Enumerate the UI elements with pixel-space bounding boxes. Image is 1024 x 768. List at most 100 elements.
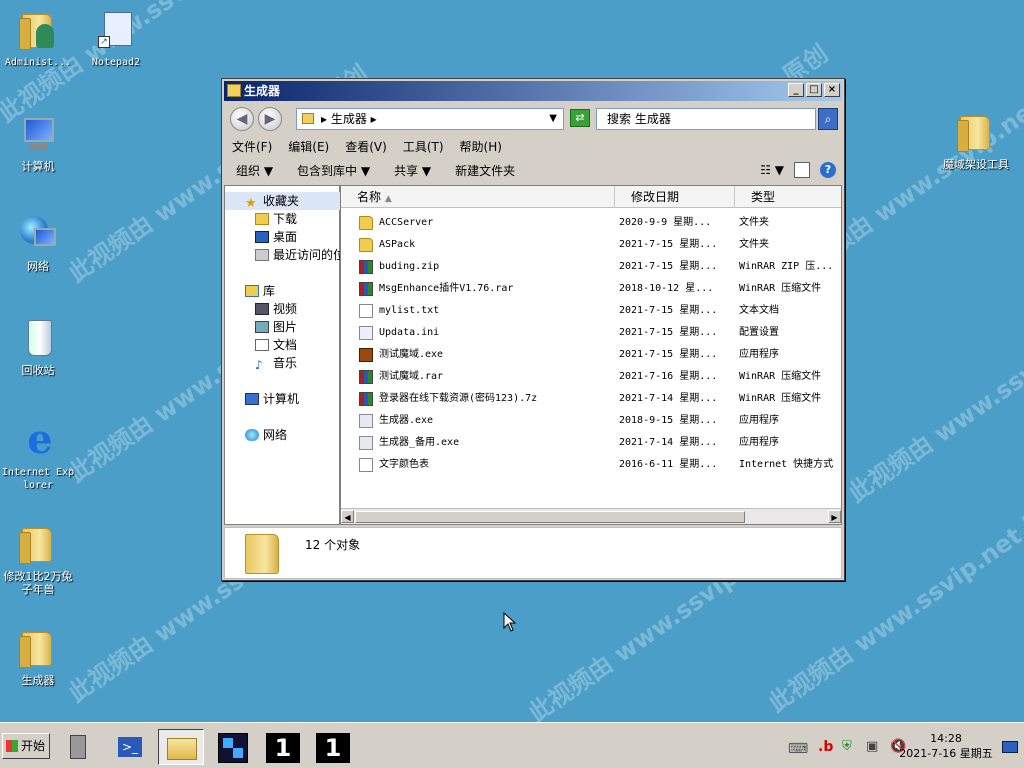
nav-documents[interactable]: 文档: [225, 336, 341, 354]
nav-network[interactable]: 网络: [225, 426, 341, 444]
refresh-icon[interactable]: ⇄: [570, 109, 590, 127]
share-button[interactable]: 共享 ▼: [382, 159, 443, 183]
app-task-button[interactable]: [210, 729, 256, 765]
new-folder-button[interactable]: 新建文件夹: [443, 159, 527, 183]
file-row[interactable]: Updata.ini 2021-7-15 星期... 配置设置: [341, 322, 841, 344]
nav-pictures[interactable]: 图片: [225, 318, 341, 336]
search-input[interactable]: 搜索 生成器: [596, 108, 816, 130]
menu-help[interactable]: 帮助(H): [452, 137, 510, 157]
explorer-task-button[interactable]: [158, 729, 204, 765]
chevron-down-icon[interactable]: ▼: [549, 109, 557, 129]
help-icon[interactable]: ?: [820, 162, 836, 178]
clock-date: 2021-7-16 星期五: [899, 747, 993, 760]
forward-button[interactable]: ▶: [258, 107, 282, 131]
address-bar[interactable]: ▸ 生成器 ▸ ▼: [296, 108, 564, 130]
network-status-icon[interactable]: ▣: [866, 739, 878, 754]
minimize-button[interactable]: _: [788, 83, 804, 97]
console-task-button[interactable]: 1: [260, 729, 306, 765]
menu-view[interactable]: 查看(V): [337, 137, 395, 157]
folder-icon: [16, 626, 60, 670]
desktop-icon-folder-modify[interactable]: 修改1比2万兔子年兽: [0, 522, 76, 596]
file-row[interactable]: mylist.txt 2021-7-15 星期... 文本文档: [341, 300, 841, 322]
nav-computer[interactable]: 计算机: [225, 390, 341, 408]
txt-file-icon: [359, 304, 373, 318]
desktop-icon-label: 计算机: [21, 160, 55, 173]
file-name: 生成器_备用.exe: [379, 437, 460, 448]
lnk-file-icon: [359, 458, 373, 472]
start-button[interactable]: 开始: [2, 733, 50, 759]
nav-favorites[interactable]: ★ 收藏夹: [225, 192, 341, 210]
column-name[interactable]: 名称 ▲: [341, 186, 615, 208]
desktop-icon-network[interactable]: 网络: [0, 212, 76, 273]
desktop-icon: [255, 231, 269, 243]
explorer-window[interactable]: 生成器 _ □ × ◀ ▶ ▸ 生成器 ▸ ▼ ⇄ 搜索 生成器 ⌕ 文件(F)…: [221, 78, 845, 581]
nav-libraries[interactable]: 库: [225, 282, 341, 300]
column-type[interactable]: 类型: [735, 186, 843, 208]
horizontal-scrollbar[interactable]: ◀ ▶: [341, 508, 841, 524]
file-type: WinRAR 压缩文件: [739, 371, 822, 382]
menu-edit[interactable]: 编辑(E): [280, 137, 337, 157]
nav-videos[interactable]: 视频: [225, 300, 341, 318]
server-manager-icon[interactable]: [60, 729, 100, 765]
file-row[interactable]: ACCServer 2020-9-9 星期... 文件夹: [341, 212, 841, 234]
menu-bar: 文件(F) 编辑(E) 查看(V) 工具(T) 帮助(H): [224, 137, 842, 157]
file-type: 应用程序: [739, 349, 779, 360]
security-shield-icon[interactable]: ⛨: [842, 739, 852, 754]
file-row[interactable]: ASPack 2021-7-15 星期... 文件夹: [341, 234, 841, 256]
desktop-icon-label: Administ...: [4, 57, 72, 68]
file-row[interactable]: 生成器_备用.exe 2021-7-14 星期... 应用程序: [341, 432, 841, 454]
nav-music[interactable]: ♪ 音乐: [225, 354, 341, 372]
zip-file-icon: [359, 392, 373, 406]
desktop-icon-folder-generator[interactable]: 生成器: [0, 626, 76, 687]
file-row[interactable]: buding.zip 2021-7-15 星期... WinRAR ZIP 压...: [341, 256, 841, 278]
exe-file-icon: [359, 348, 373, 362]
preview-pane-icon[interactable]: [794, 162, 810, 178]
file-name: 生成器.exe: [379, 415, 434, 426]
powershell-icon[interactable]: >_: [110, 729, 150, 765]
back-button[interactable]: ◀: [230, 107, 254, 131]
file-row[interactable]: MsgEnhance插件V1.76.rar 2018-10-12 星... WinR…: [341, 278, 841, 300]
nav-recent[interactable]: 最近访问的位置: [225, 246, 341, 264]
file-row[interactable]: 生成器.exe 2018-9-15 星期... 应用程序: [341, 410, 841, 432]
close-button[interactable]: ×: [824, 83, 840, 97]
console-task-button[interactable]: 1: [310, 729, 356, 765]
clock[interactable]: 14:28 2021-7-16 星期五: [898, 731, 994, 761]
organize-button[interactable]: 组织 ▼: [224, 159, 285, 183]
desktop-icon-notepad2[interactable]: ↗ Notepad2: [78, 8, 154, 69]
nav-downloads[interactable]: 下载: [225, 210, 341, 228]
internet-explorer-icon: e: [27, 416, 53, 463]
scroll-left-icon[interactable]: ◀: [341, 510, 354, 523]
scroll-right-icon[interactable]: ▶: [828, 510, 841, 523]
network-icon: [16, 212, 60, 256]
menu-file[interactable]: 文件(F): [224, 137, 280, 157]
file-date: 2016-6-11 星期...: [619, 459, 718, 470]
show-desktop-icon[interactable]: [1002, 741, 1018, 753]
file-type: WinRAR 压缩文件: [739, 393, 822, 404]
address-bar-row: ◀ ▶ ▸ 生成器 ▸ ▼ ⇄ 搜索 生成器 ⌕: [224, 103, 842, 135]
b-app-icon[interactable]: .b: [818, 739, 833, 755]
menu-tools[interactable]: 工具(T): [395, 137, 452, 157]
desktop-icon-recycle-bin[interactable]: 回收站: [0, 316, 76, 377]
maximize-button[interactable]: □: [806, 83, 822, 97]
file-type: 应用程序: [739, 437, 779, 448]
view-options-icon[interactable]: ☷ ▼: [760, 163, 784, 177]
keyboard-icon[interactable]: ⌨: [788, 741, 808, 757]
desktop-icon-computer[interactable]: 计算机: [0, 112, 76, 173]
file-date: 2018-9-15 星期...: [619, 415, 718, 426]
search-icon[interactable]: ⌕: [818, 108, 838, 130]
file-row[interactable]: 测试魔域.rar 2021-7-16 星期... WinRAR 压缩文件: [341, 366, 841, 388]
file-row[interactable]: 登录器在线下载资源(密码123).7z 2021-7-14 星期... WinRAR…: [341, 388, 841, 410]
file-name: buding.zip: [379, 261, 440, 272]
nav-desktop[interactable]: 桌面: [225, 228, 341, 246]
include-in-library-button[interactable]: 包含到库中 ▼: [285, 159, 382, 183]
title-bar[interactable]: 生成器 _ □ ×: [224, 81, 842, 101]
file-row[interactable]: 测试魔域.exe 2021-7-15 星期... 应用程序: [341, 344, 841, 366]
file-row[interactable]: 文字颜色表 2016-6-11 星期... Internet 快捷方式: [341, 454, 841, 476]
desktop-icon-administrator[interactable]: Administ...: [0, 8, 76, 69]
file-list[interactable]: 名称 ▲ 修改日期 类型 ACCServer 2020-9-9 星期... 文件夹 A…: [340, 185, 842, 525]
desktop-icon-folder-tools[interactable]: 魔域架设工具: [934, 110, 1018, 171]
scrollbar-thumb[interactable]: [355, 511, 745, 523]
column-headers: 名称 ▲ 修改日期 类型: [341, 186, 841, 208]
desktop-icon-internet-explorer[interactable]: e Internet Explorer: [0, 418, 76, 492]
column-date[interactable]: 修改日期: [615, 186, 735, 208]
